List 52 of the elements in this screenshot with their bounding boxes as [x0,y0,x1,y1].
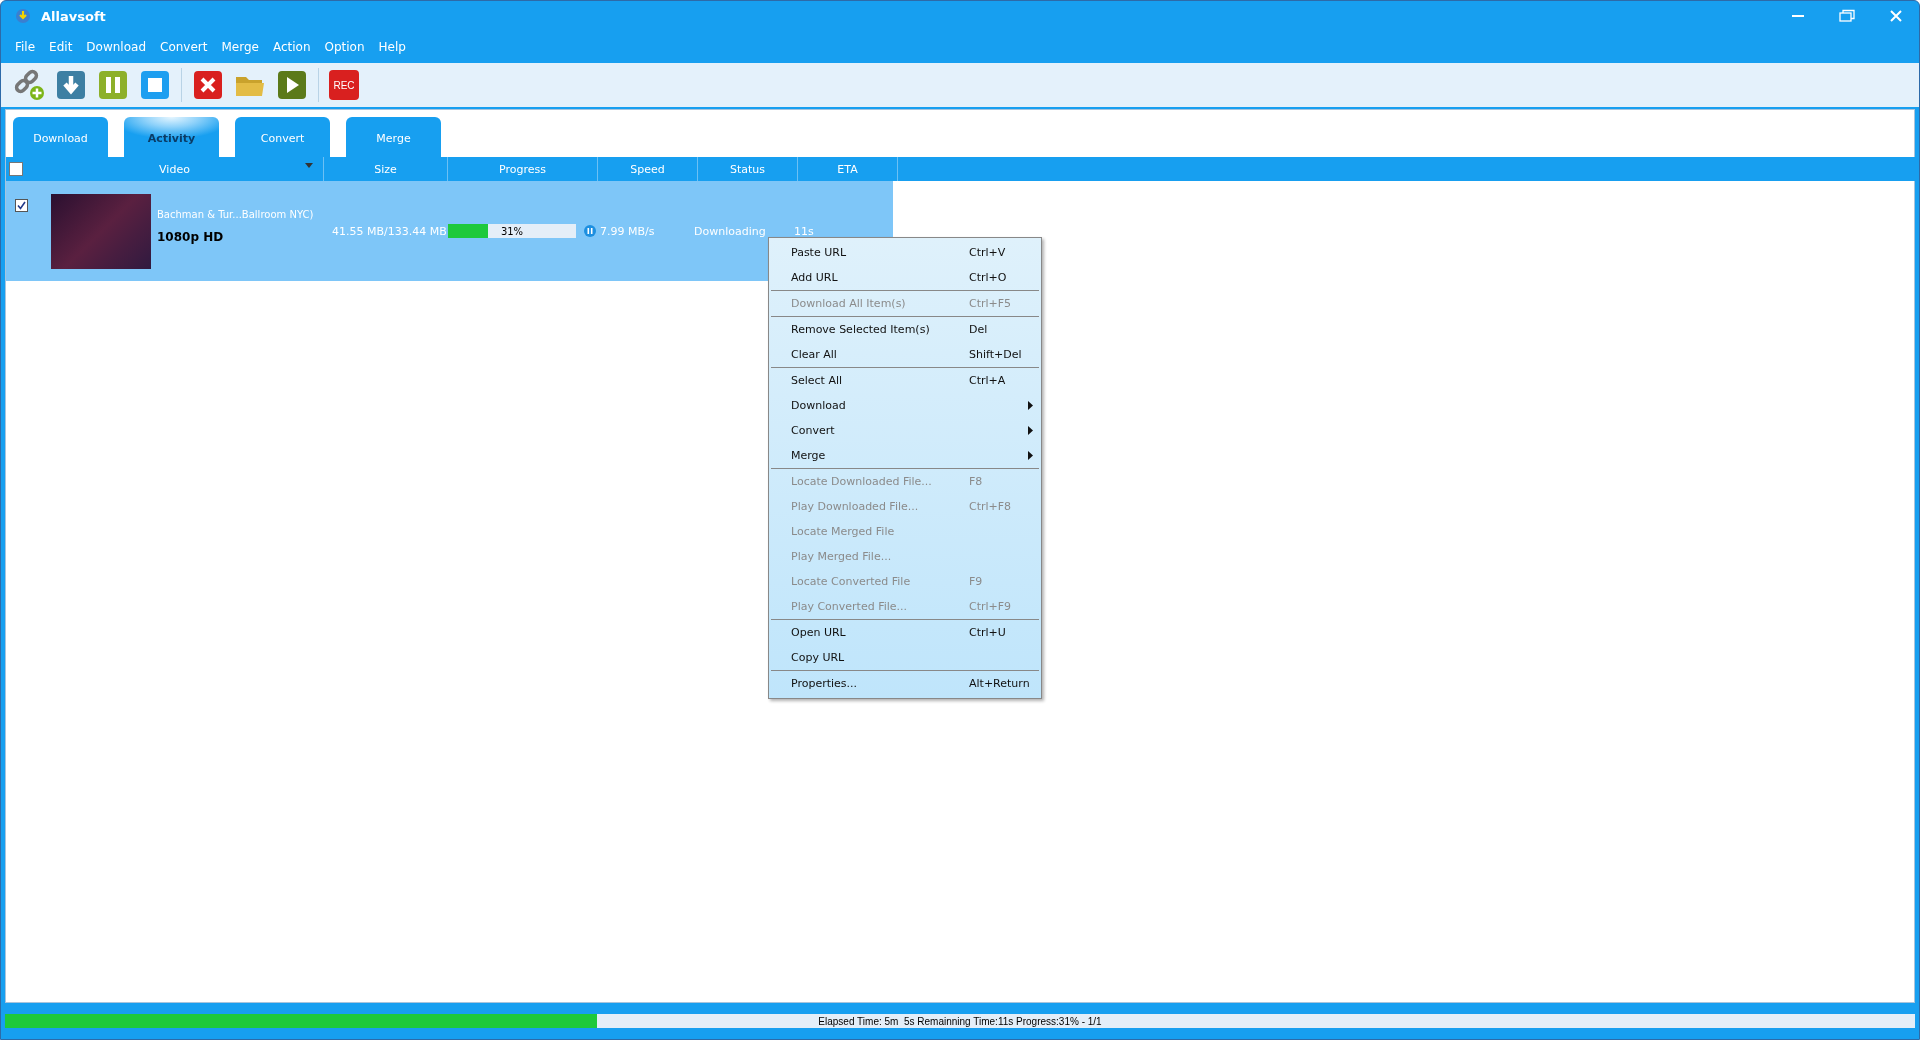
context-menu-item[interactable]: Clear All Shift+Del [769,342,1041,367]
column-header[interactable]: Speed [630,162,665,176]
column-header[interactable]: Size [374,162,397,176]
menu-item[interactable]: Merge [221,40,259,54]
window-title: Allavsoft [41,8,106,24]
column-header[interactable]: Status [729,162,766,176]
context-menu-item[interactable]: Open URL Ctrl+U [769,620,1041,645]
pause-icon[interactable] [97,69,129,101]
context-menu-item[interactable]: Properties... Alt+Return [769,671,1041,696]
add-link-icon[interactable] [13,69,45,101]
download-status: Downloading [694,224,767,238]
close-icon[interactable] [1889,9,1903,23]
pause-icon[interactable] [584,225,596,237]
column-header[interactable]: Video [159,162,190,176]
context-menu-item[interactable]: Download [769,393,1041,418]
select-all-checkbox[interactable] [9,162,23,176]
video-title: Bachman & Tur...Ballroom NYC) [157,208,315,220]
row-checkbox[interactable] [15,199,28,212]
menu-item[interactable]: Action [272,40,311,54]
sort-caret-icon [305,163,313,168]
menu-item[interactable]: Option [324,40,365,54]
tab[interactable]: Download [13,117,108,157]
tab[interactable]: Convert [235,117,330,157]
play-icon[interactable] [276,69,308,101]
menu-item[interactable]: Edit [49,40,73,54]
download-speed: 7.99 MB/s [600,224,655,238]
menu-item[interactable]: Download [86,40,146,54]
download-icon[interactable] [55,69,87,101]
status-text: Elapsed Time: 5m 5s Remainning Time:11s Progress:31% - 1/1 [818,1015,1102,1027]
progress-percent: 31% [500,225,524,237]
menu-item[interactable]: Help [378,40,406,54]
context-menu-item[interactable]: Copy URL [769,645,1041,670]
menu-item[interactable]: Convert [160,40,208,54]
tab[interactable]: Merge [346,117,441,157]
context-menu-item[interactable]: Select All Ctrl+A [769,368,1041,393]
record-button[interactable]: REC [329,70,359,100]
restore-icon[interactable] [1839,9,1855,23]
video-quality: 1080p HD [157,229,225,244]
eta: 11s [794,224,815,238]
context-menu-item[interactable]: Merge [769,443,1041,468]
delete-icon[interactable] [192,69,224,101]
column-header[interactable]: Progress [499,162,546,176]
context-menu-item[interactable]: Paste URL Ctrl+V [769,240,1041,265]
app-logo-icon [15,8,31,24]
file-size: 41.55 MB/133.44 MB [332,224,444,238]
context-menu-item[interactable]: Remove Selected Item(s) Del [769,317,1041,342]
stop-icon[interactable] [139,69,171,101]
tab[interactable]: Activity [124,117,219,157]
column-header[interactable]: ETA [837,162,858,176]
context-menu-item[interactable]: Add URL Ctrl+O [769,265,1041,290]
context-menu-item[interactable]: Convert [769,418,1041,443]
menu-item[interactable]: File [15,40,36,54]
